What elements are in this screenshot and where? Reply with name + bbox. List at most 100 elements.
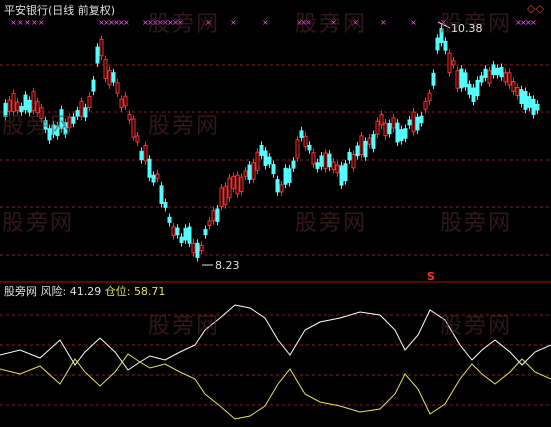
candle-body — [491, 64, 496, 76]
candle-body — [467, 83, 472, 95]
candle-body — [231, 175, 236, 189]
candle-body — [135, 135, 140, 143]
candle-body — [167, 216, 172, 223]
candle-body — [287, 168, 292, 184]
candle-body — [427, 92, 432, 102]
candle-body — [359, 135, 364, 156]
candle-body — [463, 72, 468, 88]
watermark: 股旁网 — [2, 114, 75, 139]
candle-body — [523, 91, 528, 110]
candle-body — [203, 229, 208, 236]
high-price-label: 10.38 — [451, 22, 483, 35]
candle-body — [423, 100, 428, 110]
candle-body — [235, 174, 240, 195]
candle-body — [455, 70, 460, 89]
candle-body — [291, 160, 296, 169]
candle-body — [471, 87, 476, 103]
candle-body — [303, 135, 308, 148]
candle-body — [331, 161, 336, 171]
candle-body — [355, 145, 360, 157]
cross-marker: × — [530, 18, 537, 27]
candle-body — [515, 86, 520, 97]
candle-body — [511, 81, 516, 92]
candle-body — [479, 75, 484, 83]
candle-body — [507, 72, 512, 86]
candle-body — [399, 129, 404, 142]
cross-marker: × — [380, 18, 387, 27]
candle-body — [315, 162, 320, 169]
candle-body — [435, 37, 440, 51]
candle-body — [351, 153, 356, 169]
candle-body — [519, 89, 524, 104]
candle-body — [171, 226, 176, 237]
candle-body — [159, 185, 164, 204]
candle-body — [191, 242, 196, 254]
cross-marker: × — [24, 18, 31, 27]
watermark: 股旁网 — [2, 211, 75, 236]
candle-body — [431, 72, 436, 86]
candle-body — [295, 139, 300, 159]
chart-title: 平安银行(日线 前复权) — [4, 4, 116, 17]
candle-body — [483, 68, 488, 78]
candle-body — [155, 173, 160, 179]
candle-body — [387, 122, 392, 135]
candle-body — [219, 187, 224, 207]
candle-body — [87, 95, 92, 108]
indicator-legend: 股旁网 风险: 41.29 仓位: 58.71 — [4, 285, 165, 298]
candle-body — [223, 185, 228, 206]
candle-body — [139, 150, 144, 161]
candle-body — [83, 107, 88, 118]
candle-body — [403, 128, 408, 139]
watermark: 股旁网 — [148, 314, 221, 339]
sell-signal-marker: S — [427, 270, 435, 283]
candle-body — [311, 152, 316, 165]
candle-body — [527, 96, 532, 108]
candle-body — [147, 158, 152, 178]
candle-body — [395, 122, 400, 143]
candle-body — [379, 114, 384, 126]
candle-body — [207, 220, 212, 226]
watermark: 股旁网 — [295, 12, 368, 37]
candle-body — [163, 201, 168, 208]
candle-body — [335, 164, 340, 174]
candle-body — [451, 60, 456, 66]
candle-body — [123, 95, 128, 107]
cross-marker: × — [262, 18, 269, 27]
candle-body — [415, 116, 420, 131]
cross-marker: × — [17, 18, 24, 27]
candle-body — [363, 140, 368, 158]
candle-body — [371, 134, 376, 149]
candle-body — [195, 242, 200, 258]
candle-body — [375, 120, 380, 135]
candle-body — [323, 152, 328, 170]
cross-marker: × — [38, 18, 45, 27]
candle-body — [115, 82, 120, 94]
candle-body — [327, 153, 332, 168]
candle-body — [411, 111, 416, 133]
watermark: 股旁网 — [440, 314, 513, 339]
candle-body — [199, 244, 204, 252]
cross-marker: × — [230, 18, 237, 27]
candle-body — [243, 170, 248, 177]
candle-body — [447, 52, 452, 74]
candle-body — [307, 144, 312, 151]
candle-body — [407, 119, 412, 126]
candle-body — [187, 226, 192, 244]
low-price-label: 8.23 — [215, 259, 240, 272]
candle-body — [347, 152, 352, 161]
watermark: 股旁网 — [148, 114, 221, 139]
corner-diamond-icon: ◇◇ — [527, 2, 544, 15]
candle-body — [319, 155, 324, 167]
candle-body — [367, 137, 372, 145]
candle-body — [255, 151, 260, 171]
candle-body — [339, 165, 344, 186]
candle-body — [179, 236, 184, 244]
watermark: 股旁网 — [440, 211, 513, 236]
candle-body — [95, 46, 100, 64]
position-value: 58.71 — [133, 285, 166, 298]
candle-body — [267, 156, 272, 165]
candle-body — [151, 174, 156, 183]
candle-body — [487, 70, 492, 84]
candle-body — [275, 179, 280, 193]
candle-body — [475, 79, 480, 97]
